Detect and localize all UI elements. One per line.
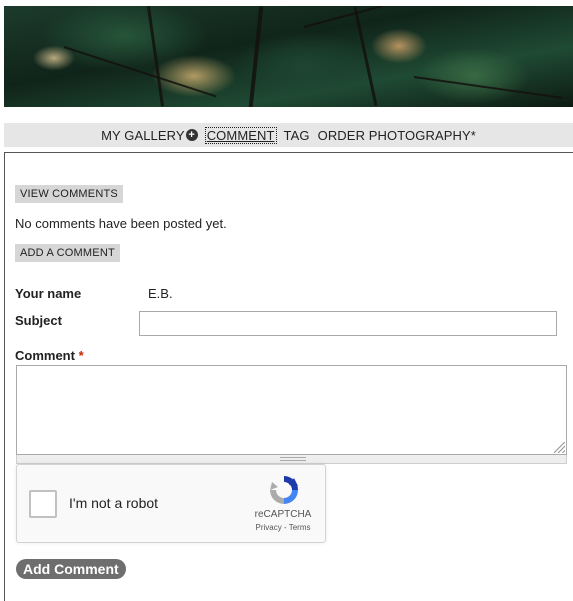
no-comments-text: No comments have been posted yet. xyxy=(15,216,227,231)
nav-comment-label: COMMENT xyxy=(206,127,275,143)
nav-my-gallery-label: MY GALLERY xyxy=(101,127,185,143)
recaptcha-privacy-terms-link[interactable]: Privacy - Terms xyxy=(249,523,317,532)
comment-panel: VIEW COMMENTS No comments have been post… xyxy=(4,152,573,601)
plus-circle-icon: + xyxy=(185,129,198,141)
required-marker: * xyxy=(78,348,84,363)
resize-grip-icon[interactable] xyxy=(554,442,565,453)
nav-my-gallery[interactable]: MY GALLERY + xyxy=(101,128,198,143)
header-photo xyxy=(4,6,573,107)
nav-comment[interactable]: COMMENT xyxy=(204,126,277,144)
view-comments-button[interactable]: VIEW COMMENTS xyxy=(15,185,123,203)
recaptcha-logo-icon xyxy=(270,476,298,504)
comment-label: Comment * xyxy=(15,348,84,363)
recaptcha-widget: I'm not a robot reCAPTCHA Privacy - Term… xyxy=(16,464,326,543)
nav-tag-label: TAG xyxy=(283,127,310,143)
recaptcha-label: I'm not a robot xyxy=(69,495,159,511)
nav-order-photography[interactable]: ORDER PHOTOGRAPHY* xyxy=(318,128,476,143)
your-name-value: E.B. xyxy=(148,286,173,301)
gallery-nav: MY GALLERY + COMMENT TAG ORDER PHOTOGRAP… xyxy=(4,123,573,147)
add-a-comment-button[interactable]: ADD A COMMENT xyxy=(15,244,120,262)
add-comment-button[interactable]: Add Comment xyxy=(16,559,126,579)
comment-label-text: Comment xyxy=(15,348,75,363)
nav-order-photography-label: ORDER PHOTOGRAPHY* xyxy=(317,127,476,143)
comment-textarea[interactable] xyxy=(16,365,567,455)
your-name-label: Your name xyxy=(15,286,82,301)
recaptcha-checkbox[interactable] xyxy=(29,490,57,518)
nav-tag[interactable]: TAG xyxy=(284,128,310,143)
textarea-resize-bar[interactable] xyxy=(16,455,567,464)
subject-label: Subject xyxy=(15,313,62,328)
recaptcha-brand: reCAPTCHA xyxy=(254,509,312,520)
grip-lines-icon xyxy=(280,457,306,461)
subject-input[interactable] xyxy=(139,311,557,336)
